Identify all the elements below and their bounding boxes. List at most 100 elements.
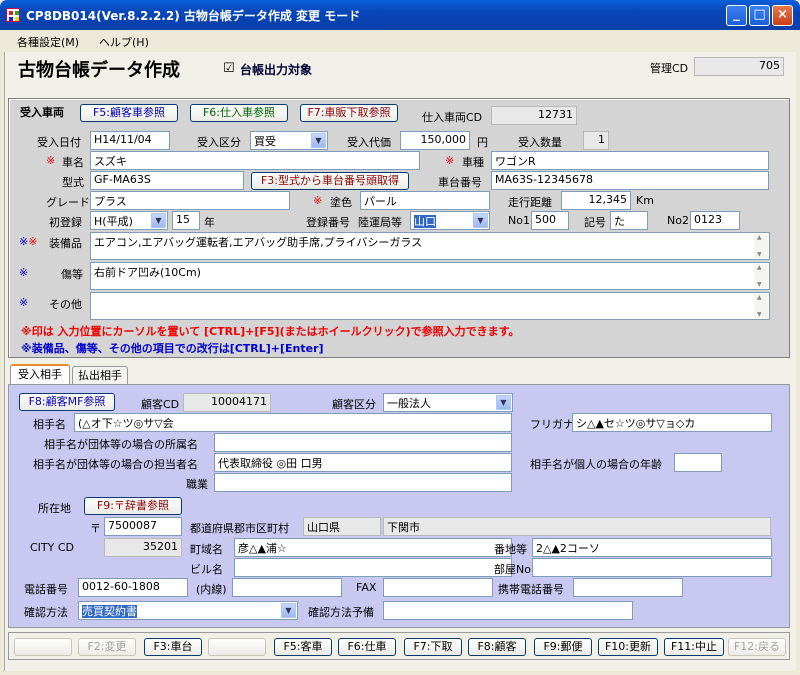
car-name-field[interactable]: スズキ [90, 151, 420, 170]
f10-update-button[interactable]: F10:更新 [598, 638, 658, 656]
kanri-cd-label: 管理CD [650, 62, 689, 75]
age-field[interactable] [674, 453, 722, 472]
f8-customer-mf-button[interactable]: F8:顧客MF参照 [19, 393, 115, 411]
qty-label: 受入数量 [518, 136, 562, 149]
car-type-field[interactable]: ワゴンR [491, 151, 769, 170]
no2-label: No2 [667, 214, 689, 227]
kana-field[interactable]: シ△▲セ☆ツ◎サ▽ョ◇カ [572, 413, 772, 432]
f1-button[interactable] [14, 638, 72, 656]
zip-field[interactable]: 7500087 [104, 517, 182, 536]
note-newline: ※装備品、傷等、その他の項目での改行は[CTRL]+[Enter] [21, 342, 324, 355]
mileage-field[interactable]: 12,345 [561, 191, 631, 210]
ukeire-kubun-label: 受入区分 [197, 136, 241, 149]
ref-mark: ※ [46, 154, 56, 167]
ref-mark: ※ [19, 266, 29, 279]
f9-zip-key[interactable]: F9:郵便 [534, 638, 592, 656]
chevron-down-icon: ▼ [496, 395, 511, 410]
city-cd-field: 35201 [104, 538, 182, 557]
scrollbar[interactable] [754, 264, 768, 288]
ukeire-kubun-select[interactable]: 買受 ▼ [250, 131, 328, 150]
kigo-field[interactable]: た [610, 211, 648, 230]
car-name-label: 車名 [62, 156, 84, 169]
fax-field[interactable] [383, 578, 493, 597]
room-field[interactable] [532, 558, 772, 577]
f7-trade-in-button[interactable]: F7:車販下取参照 [300, 104, 398, 122]
car-type-label: 車種 [462, 156, 484, 169]
f3-chassis-button[interactable]: F3:車台 [144, 638, 202, 656]
color-field[interactable]: パール [360, 191, 490, 210]
pref-label: 都道府県郡市区町村 [190, 522, 289, 535]
job-field[interactable] [214, 473, 512, 492]
era-select[interactable]: H(平成) ▼ [90, 211, 168, 230]
equipment-label: 装備品 [49, 237, 82, 250]
minimize-button[interactable]: _ [726, 5, 747, 26]
town-field[interactable]: 彦△▲浦☆ [234, 538, 512, 557]
f5-customer-car-key[interactable]: F5:客車 [274, 638, 332, 656]
tab-haraidashi[interactable]: 払出相手 [72, 366, 128, 386]
mobile-field[interactable] [573, 578, 683, 597]
ref-mark: ※ [445, 154, 455, 167]
note-reference: ※印は 入力位置にカーソルを置いて [CTRL]+[F5](またはホイールクリッ… [21, 325, 520, 338]
title-bar: CP8DB014(Ver.8.2.2.2) 古物台帳データ作成 変更 モード _… [0, 0, 800, 30]
scrollbar[interactable] [754, 294, 768, 318]
zip-mark: 〒 [90, 522, 101, 535]
f2-edit-button[interactable]: F2:変更 [78, 638, 136, 656]
f4-button[interactable] [208, 638, 266, 656]
reg-office-select[interactable]: 山口 ▼ [410, 211, 490, 230]
f5-customer-car-button[interactable]: F5:顧客車参照 [80, 104, 178, 122]
year-field[interactable]: 15 [172, 211, 200, 230]
color-label: 塗色 [330, 196, 352, 209]
rep-label: 相手名が団体等の場合の担当者名 [33, 458, 198, 471]
ext-field[interactable] [232, 578, 342, 597]
damage-textarea[interactable]: 右前ドア凹み(10Cm) [90, 262, 770, 290]
cust-kubun-select[interactable]: 一般法人 ▼ [383, 393, 513, 412]
confirm-sub-label: 確認方法予備 [308, 606, 374, 619]
confirm-sub-field[interactable] [383, 601, 633, 620]
first-reg-label: 初登録 [49, 216, 82, 229]
model-field[interactable]: GF-MA63S [90, 171, 244, 190]
confirm-select[interactable]: 売買契約書 ▼ [78, 601, 298, 620]
town-label: 町域名 [190, 543, 223, 556]
rep-field[interactable]: 代表取締役 ◎田 口男 [214, 453, 512, 472]
banchi-field[interactable]: 2△▲2コーソ [532, 538, 772, 557]
output-checkbox[interactable]: ☑ [223, 61, 235, 76]
cust-cd-label: 顧客CD [141, 398, 180, 411]
ukeire-date-label: 受入日付 [37, 136, 81, 149]
bldg-field[interactable] [234, 558, 512, 577]
tab-ukeire[interactable]: 受入相手 [10, 364, 70, 386]
f6-purchase-car-button[interactable]: F6:仕入車参照 [190, 104, 288, 122]
cust-cd-field: 10004171 [183, 393, 271, 412]
no2-field[interactable]: 0123 [690, 211, 740, 230]
qty-field: 1 [583, 131, 609, 150]
address-label: 所在地 [38, 502, 71, 515]
menu-help[interactable]: ヘルプ(H) [99, 34, 149, 50]
f6-purchase-car-key[interactable]: F6:仕車 [338, 638, 396, 656]
tel-field[interactable]: 0012-60-1808 [78, 578, 188, 597]
f8-customer-key[interactable]: F8:顧客 [468, 638, 526, 656]
grade-field[interactable]: プラス [90, 191, 290, 210]
grade-label: グレード [46, 196, 90, 209]
f7-trade-in-key[interactable]: F7:下取 [404, 638, 462, 656]
chassis-field[interactable]: MA63S-12345678 [491, 171, 769, 190]
partner-name-field[interactable]: (△オ下☆ツ◎サ▽会 [74, 413, 512, 432]
f11-cancel-button[interactable]: F11:中止 [664, 638, 724, 656]
org-field[interactable] [214, 433, 512, 452]
f3-chassis-lookup-button[interactable]: F3:型式から車台番号頭取得 [251, 172, 409, 190]
km-label: Km [636, 194, 654, 207]
ref-mark-double: ※※ [19, 235, 38, 248]
chevron-down-icon: ▼ [151, 213, 166, 228]
equipment-textarea[interactable]: エアコン,エアバッグ運転者,エアバッグ助手席,プライバシーガラス [90, 232, 770, 260]
menu-settings[interactable]: 各種設定(M) [17, 34, 79, 50]
f12-back-button[interactable]: F12:戻る [728, 638, 786, 656]
ukeire-date-field[interactable]: H14/11/04 [90, 131, 170, 150]
window-title: CP8DB014(Ver.8.2.2.2) 古物台帳データ作成 変更 モード [26, 9, 361, 23]
app-icon [6, 8, 20, 22]
page-title: 古物台帳データ作成 [18, 60, 180, 81]
other-textarea[interactable] [90, 292, 770, 320]
price-field[interactable]: 150,000 [400, 131, 470, 150]
scrollbar[interactable] [754, 234, 768, 258]
f9-zip-lookup-button[interactable]: F9:〒辞書参照 [84, 497, 182, 515]
no1-field[interactable]: 500 [531, 211, 569, 230]
close-button[interactable]: × [772, 5, 793, 26]
maximize-button[interactable]: □ [749, 5, 770, 26]
